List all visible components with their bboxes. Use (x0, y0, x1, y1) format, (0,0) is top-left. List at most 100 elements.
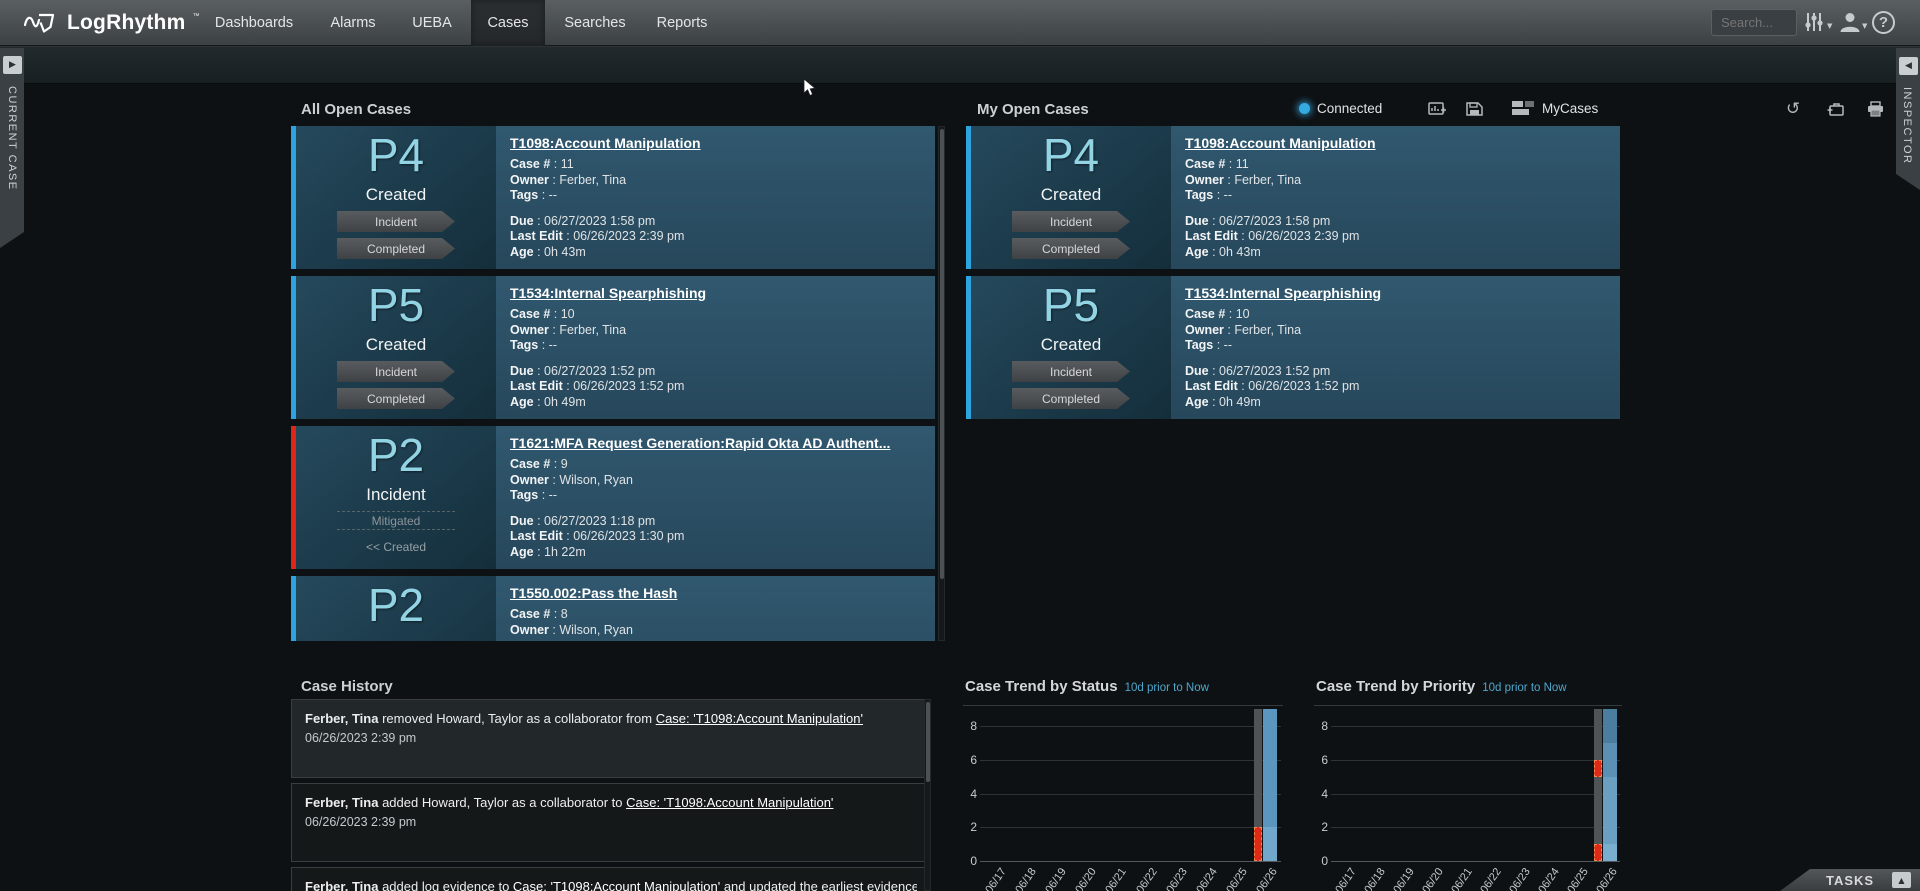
status-change-button[interactable]: Completed (1012, 238, 1130, 259)
expand-current-case-icon[interactable]: ▶ (3, 56, 22, 74)
help-icon[interactable]: ? (1872, 11, 1895, 34)
tasks-expand-icon[interactable]: ▲ (1892, 872, 1911, 888)
case-history-list: Ferber, Tina removed Howard, Taylor as a… (291, 699, 931, 891)
status-change-button[interactable]: Mitigated (337, 511, 455, 530)
expand-inspector-icon[interactable]: ◀ (1899, 57, 1918, 75)
meta-value: Ferber, Tina (1234, 323, 1301, 337)
filter-sliders-icon[interactable] (1805, 12, 1823, 32)
tab-dashboards[interactable]: Dashboards (201, 0, 307, 46)
history-case-link[interactable]: Case: 'T1098:Account Manipulation' (626, 795, 833, 810)
meta-separator: : (549, 623, 559, 637)
meta-label: Case # (1185, 157, 1225, 171)
case-title-link[interactable]: T1098:Account Manipulation (510, 135, 701, 151)
case-meta-row: Last Edit : 06/26/2023 2:39 pm (510, 229, 921, 245)
x-axis-tick-label: 06/23 (1507, 866, 1533, 891)
case-meta-row: Tags : -- (1185, 338, 1606, 354)
meta-value: 06/26/2023 1:52 pm (573, 379, 684, 393)
x-axis-tick-label: 06/18 (1363, 866, 1389, 891)
add-widget-icon[interactable] (1428, 101, 1446, 117)
tab-searches[interactable]: Searches (550, 0, 639, 46)
meta-separator: : (1213, 338, 1223, 352)
status-change-button[interactable]: Completed (1012, 388, 1130, 409)
x-axis-tick-label: 06/17 (983, 866, 1009, 891)
status-change-button[interactable]: Incident (1012, 361, 1130, 382)
chart-gridline (980, 861, 1281, 862)
meta-separator: : (1224, 173, 1234, 187)
chart-gridline (1331, 794, 1620, 795)
filter-caret-icon[interactable]: ▼ (1827, 22, 1832, 30)
all-open-cases-scrollbar[interactable] (938, 126, 945, 641)
case-card[interactable]: P5CreatedIncidentCompletedT1534:Internal… (966, 276, 1620, 419)
status-change-button[interactable]: Incident (1012, 211, 1130, 232)
tab-reports[interactable]: Reports (643, 0, 722, 46)
status-change-button[interactable]: Completed (337, 238, 455, 259)
tasks-bar[interactable]: TASKS ▲ (1780, 869, 1920, 891)
case-meta-row: Owner : Wilson, Ryan (510, 473, 921, 489)
meta-separator: : (549, 473, 559, 487)
meta-separator: : (534, 395, 544, 409)
chart-gridline (1331, 760, 1620, 761)
inspector-tab-label[interactable]: INSPECTOR (1901, 87, 1913, 164)
add-case-icon[interactable] (1827, 101, 1845, 117)
case-title-link[interactable]: T1534:Internal Spearphishing (1185, 285, 1381, 301)
meta-label: Tags (510, 188, 538, 202)
dashboard-grid-icon[interactable] (1512, 101, 1536, 116)
case-card[interactable]: P4CreatedIncidentCompletedT1098:Account … (966, 126, 1620, 269)
case-title-link[interactable]: T1550.002:Pass the Hash (510, 585, 677, 601)
meta-value: Wilson, Ryan (559, 623, 633, 637)
case-card-info-pane: T1621:MFA Request Generation:Rapid Okta … (496, 426, 935, 569)
case-card[interactable]: P5CreatedIncidentCompletedT1534:Internal… (291, 276, 935, 419)
case-card[interactable]: P2T1550.002:Pass the HashCase # : 8Owner… (291, 576, 935, 641)
case-meta-row: Owner : Ferber, Tina (1185, 323, 1606, 339)
chart-gridline (1331, 827, 1620, 828)
case-priority-label: P4 (368, 130, 424, 180)
case-card-info-pane: T1550.002:Pass the HashCase # : 8Owner :… (496, 576, 935, 641)
current-case-tab-label[interactable]: CURRENT CASE (6, 86, 18, 191)
chart-range-label[interactable]: 10d prior to Now (1482, 682, 1566, 694)
status-change-button[interactable]: Incident (337, 361, 455, 382)
case-meta-row: Age : 0h 43m (510, 245, 921, 261)
tab-alarms[interactable]: Alarms (316, 0, 389, 46)
undo-icon[interactable]: ↺ (1786, 99, 1800, 119)
case-meta-dates: Due : 06/27/2023 1:52 pmLast Edit : 06/2… (510, 364, 921, 411)
chart-gridline (980, 760, 1281, 761)
bar-segment-primary (1603, 743, 1617, 777)
case-card-priority-pane: P2 (296, 576, 496, 641)
bar-segment-primary (1603, 709, 1617, 743)
search-input[interactable] (1711, 9, 1797, 36)
status-change-button[interactable]: Incident (337, 211, 455, 232)
case-card[interactable]: P2IncidentMitigated<< CreatedT1621:MFA R… (291, 426, 935, 569)
meta-value: -- (1224, 188, 1232, 202)
history-case-link[interactable]: Case: 'T1098:Account Manipulation' (513, 879, 720, 891)
chart-range-label[interactable]: 10d prior to Now (1125, 682, 1209, 694)
workspace-name-label[interactable]: MyCases (1542, 101, 1598, 116)
y-axis-tick-label: 6 (964, 753, 977, 767)
case-card[interactable]: P4CreatedIncidentCompletedT1098:Account … (291, 126, 935, 269)
logrhythm-logo: LogRhythm ™ (24, 8, 199, 38)
tab-cases[interactable]: Cases (471, 0, 545, 46)
meta-value: 06/27/2023 1:52 pm (544, 364, 655, 378)
tab-ueba[interactable]: UEBA (398, 0, 466, 46)
case-history-scrollbar[interactable] (924, 699, 931, 891)
case-title-link[interactable]: T1534:Internal Spearphishing (510, 285, 706, 301)
meta-label: Age (510, 395, 534, 409)
case-meta-row: Due : 06/27/2023 1:52 pm (1185, 364, 1606, 380)
case-meta-primary: Case # : 9Owner : Wilson, RyanTags : -- (510, 457, 921, 504)
case-meta-dates: Due : 06/27/2023 1:58 pmLast Edit : 06/2… (510, 214, 921, 261)
user-caret-icon[interactable]: ▼ (1862, 22, 1867, 30)
cases-toolbar: Connected MyCases ↺ (0, 46, 1920, 84)
user-icon[interactable] (1838, 10, 1862, 34)
case-priority-label: P2 (368, 430, 424, 480)
print-icon[interactable] (1867, 101, 1884, 117)
case-card-info-pane: T1098:Account ManipulationCase # : 11Own… (1171, 126, 1620, 269)
case-title-link[interactable]: T1098:Account Manipulation (1185, 135, 1376, 151)
case-title-link[interactable]: T1621:MFA Request Generation:Rapid Okta … (510, 435, 890, 451)
status-change-button[interactable]: Completed (337, 388, 455, 409)
case-priority-label: P4 (1043, 130, 1099, 180)
meta-value: 0h 43m (544, 245, 586, 259)
meta-label: Last Edit (1185, 379, 1238, 393)
history-case-link[interactable]: Case: 'T1098:Account Manipulation' (656, 711, 863, 726)
meta-label: Case # (510, 457, 550, 471)
meta-value: 11 (1236, 157, 1249, 171)
save-layout-icon[interactable] (1466, 101, 1483, 117)
